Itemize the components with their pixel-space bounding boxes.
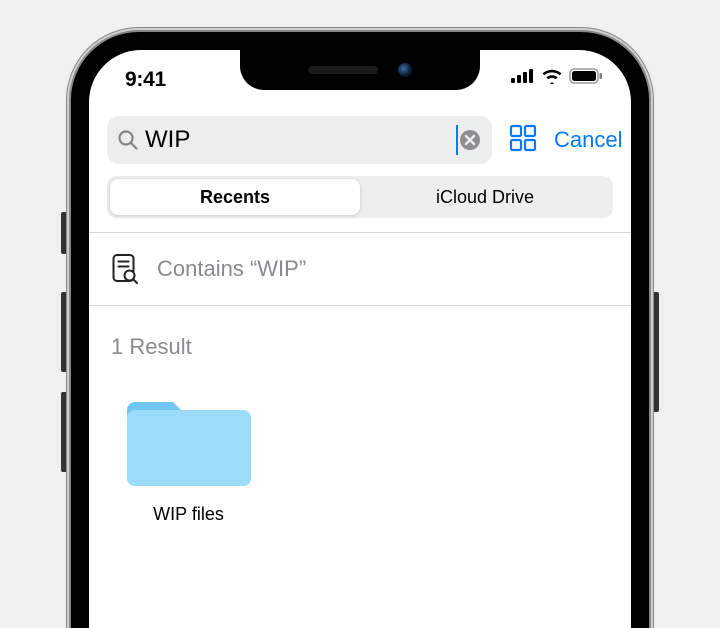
status-indicators xyxy=(511,68,603,84)
result-item-label: WIP files xyxy=(153,504,224,525)
folder-icon xyxy=(119,388,259,496)
results-count-header: 1 Result xyxy=(89,306,631,368)
wifi-icon xyxy=(541,68,563,84)
scope-tab-label: iCloud Drive xyxy=(436,187,534,208)
side-button-silence xyxy=(61,212,67,254)
result-item-folder[interactable]: WIP files xyxy=(111,388,266,525)
side-button-volume-down xyxy=(61,392,67,472)
earpiece-speaker xyxy=(308,66,378,74)
clear-search-button[interactable] xyxy=(458,128,482,152)
grid-icon xyxy=(508,123,538,153)
scope-tab-recents[interactable]: Recents xyxy=(110,179,360,215)
screen: 9:41 xyxy=(89,50,631,628)
front-camera xyxy=(398,63,412,77)
view-mode-button[interactable] xyxy=(504,119,542,162)
search-suggestion-text: Contains “WIP” xyxy=(157,256,306,282)
results-grid: WIP files xyxy=(89,368,631,545)
search-input[interactable] xyxy=(139,126,461,154)
scope-tab-label: Recents xyxy=(200,187,270,208)
search-suggestion-row[interactable]: Contains “WIP” xyxy=(89,233,631,305)
cancel-button[interactable]: Cancel xyxy=(554,127,624,153)
battery-icon xyxy=(569,68,603,84)
side-button-power xyxy=(653,292,659,412)
document-search-icon xyxy=(111,253,139,285)
search-field[interactable] xyxy=(107,116,492,164)
scope-control-container: Recents iCloud Drive xyxy=(89,172,631,232)
notch xyxy=(240,50,480,90)
scope-tab-icloud[interactable]: iCloud Drive xyxy=(360,179,610,215)
search-toolbar: Cancel xyxy=(89,106,631,172)
status-time: 9:41 xyxy=(125,68,166,92)
search-icon xyxy=(117,129,139,151)
search-scope-segmented: Recents iCloud Drive xyxy=(107,176,613,218)
cellular-icon xyxy=(511,69,535,83)
side-button-volume-up xyxy=(61,292,67,372)
phone-mockup: 9:41 xyxy=(71,32,649,628)
clear-icon xyxy=(459,129,481,151)
